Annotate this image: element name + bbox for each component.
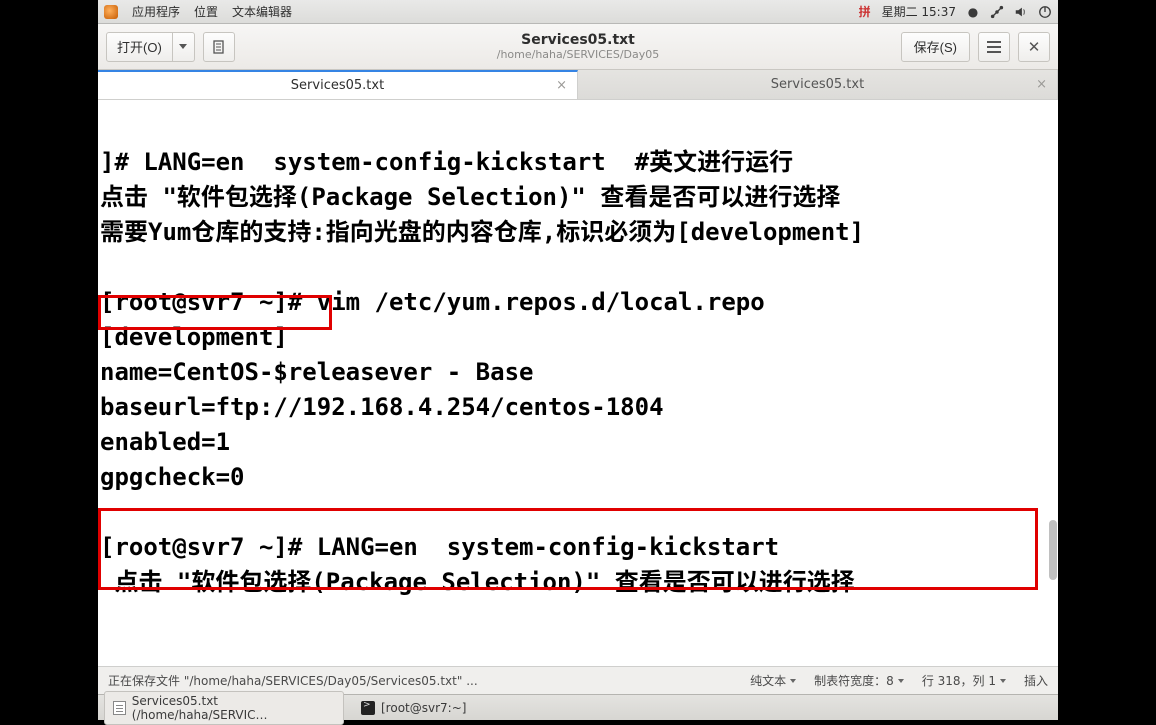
top-menubar: 应用程序 位置 文本编辑器 拼 星期二 15:37 ● [98, 0, 1058, 24]
open-button[interactable]: 打开(O) [106, 32, 173, 62]
power-icon[interactable] [1038, 5, 1052, 19]
document-new-icon [211, 39, 227, 55]
terminal-icon [361, 701, 375, 715]
tab-bar: Services05.txt × Services05.txt × [98, 70, 1058, 100]
menu-editor[interactable]: 文本编辑器 [232, 3, 292, 20]
activities-icon[interactable] [104, 5, 118, 19]
tab-services05-2[interactable]: Services05.txt × [578, 70, 1058, 99]
status-saving: 正在保存文件 "/home/haha/SERVICES/Day05/Servic… [108, 672, 478, 689]
task-item-terminal[interactable]: [root@svr7:~] [352, 698, 475, 718]
input-method-icon[interactable]: 拼 [858, 5, 872, 19]
tab-close-button[interactable]: × [1036, 77, 1047, 92]
window-close-button[interactable]: ✕ [1018, 32, 1050, 62]
chevron-down-icon [179, 44, 187, 49]
close-icon: ✕ [1028, 38, 1041, 56]
scrollbar-thumb[interactable] [1049, 520, 1057, 580]
volume-icon[interactable] [1014, 5, 1028, 19]
notification-dot-icon: ● [966, 5, 980, 19]
task-item-label: Services05.txt (/home/haha/SERVIC… [132, 694, 335, 722]
tab-services05-1[interactable]: Services05.txt × [98, 70, 578, 99]
editor-text[interactable]: ]# LANG=en system-config-kickstart #英文进行… [100, 110, 1050, 635]
chevron-down-icon [790, 679, 796, 683]
window-subtitle: /home/haha/SERVICES/Day05 [497, 48, 660, 61]
tab-label: Services05.txt [291, 78, 384, 93]
hamburger-menu-button[interactable] [978, 32, 1010, 62]
status-tabwidth[interactable]: 制表符宽度：8 [814, 672, 904, 689]
clock[interactable]: 星期二 15:37 [882, 3, 956, 20]
hamburger-icon [987, 41, 1001, 53]
bottom-taskbar: Services05.txt (/home/haha/SERVIC… [root… [98, 694, 1058, 720]
editor-viewport[interactable]: ]# LANG=en system-config-kickstart #英文进行… [98, 100, 1058, 666]
window-toolbar: 打开(O) Services05.txt /home/haha/SERVICES… [98, 24, 1058, 70]
document-icon [113, 701, 126, 715]
status-bar: 正在保存文件 "/home/haha/SERVICES/Day05/Servic… [98, 666, 1058, 694]
status-position[interactable]: 行 318，列 1 [922, 672, 1006, 689]
window-title: Services05.txt [521, 32, 635, 48]
save-button[interactable]: 保存(S) [901, 32, 970, 62]
task-item-editor[interactable]: Services05.txt (/home/haha/SERVIC… [104, 691, 344, 725]
network-icon[interactable] [990, 5, 1004, 19]
tab-label: Services05.txt [771, 77, 864, 92]
menu-places[interactable]: 位置 [194, 3, 218, 20]
chevron-down-icon [898, 679, 904, 683]
tab-close-button[interactable]: × [556, 78, 567, 93]
status-insert-mode: 插入 [1024, 672, 1048, 689]
chevron-down-icon [1000, 679, 1006, 683]
new-document-button[interactable] [203, 32, 235, 62]
menu-applications[interactable]: 应用程序 [132, 3, 180, 20]
open-recent-button[interactable] [173, 32, 195, 62]
task-item-label: [root@svr7:~] [381, 701, 466, 715]
status-language[interactable]: 纯文本 [750, 672, 796, 689]
